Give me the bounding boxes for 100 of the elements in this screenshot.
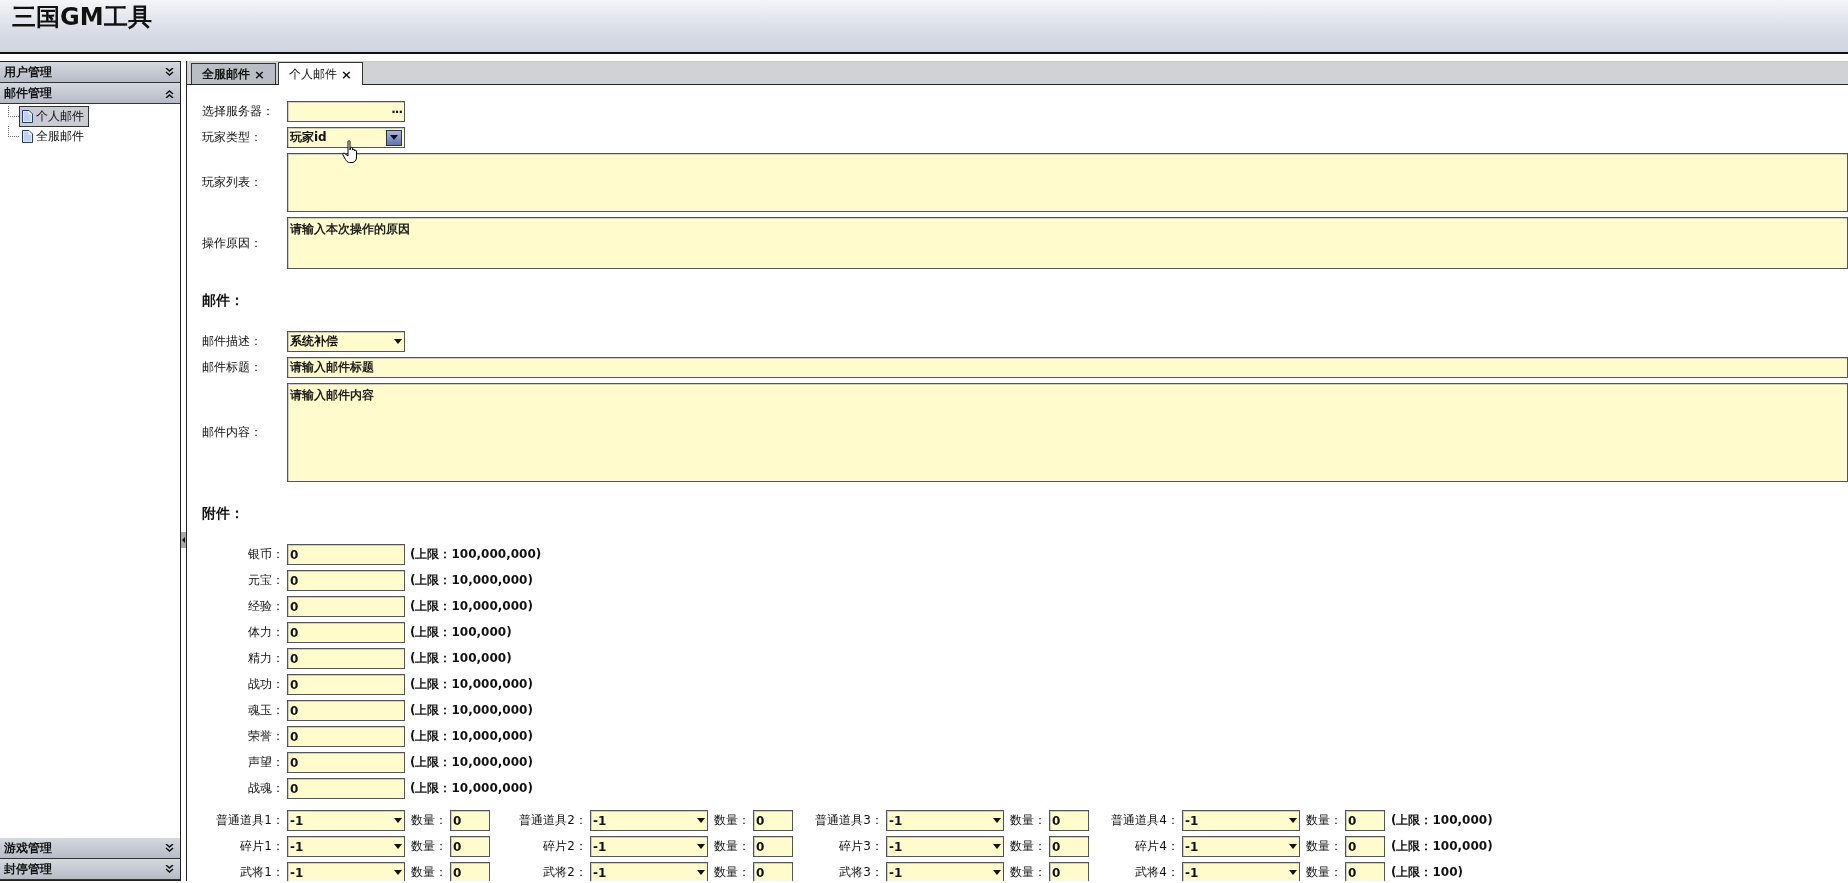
number-field[interactable]: 0 [287, 752, 405, 773]
caret-icon [993, 870, 1001, 875]
tab[interactable]: 个人邮件 × [277, 62, 363, 85]
field-label: 元宝： [247, 572, 285, 589]
text-field[interactable]: 请输入邮件标题 [287, 357, 1848, 378]
field-label: 银币： [247, 546, 285, 563]
dropdown[interactable]: -1 [886, 862, 1004, 881]
number-field[interactable]: 0 [287, 674, 405, 695]
number-field[interactable]: 0 [1345, 862, 1385, 881]
accordion-header[interactable]: 游戏管理 [0, 838, 180, 859]
close-button[interactable]: × [254, 66, 265, 82]
field-label: 武将4： [1134, 864, 1180, 881]
caret-icon [993, 818, 1001, 823]
field-label: 碎片4： [1134, 838, 1180, 855]
accordion-header[interactable]: 用户管理 [0, 62, 180, 83]
limit-note: (上限：10,000,000) [410, 676, 533, 693]
field-label: 普通道具4： [1110, 812, 1180, 829]
number-field[interactable]: 0 [287, 700, 405, 721]
dropdown[interactable]: -1 [590, 836, 708, 857]
field-label: 碎片2： [542, 838, 588, 855]
accordion-header[interactable]: 封停管理 [0, 859, 180, 880]
field-label: 声望： [247, 754, 285, 771]
number-field[interactable]: 0 [287, 570, 405, 591]
caret-icon [697, 844, 705, 849]
field-label: 数量： [713, 838, 751, 855]
dropdown[interactable]: -1 [1182, 862, 1300, 881]
text-area[interactable]: 请输入本次操作的原因 [287, 217, 1848, 269]
field-label: 操作原因： [202, 234, 263, 252]
tree-item[interactable]: 全服邮件 [19, 125, 89, 147]
field-label: 邮件内容： [202, 424, 263, 441]
dropdown[interactable]: -1 [1182, 810, 1300, 831]
field-label: 数量： [1009, 864, 1047, 881]
limit-note: (上限：10,000,000) [410, 572, 533, 589]
dropdown[interactable]: -1 [590, 862, 708, 881]
server-picker[interactable]: ··· [287, 101, 405, 122]
field-label: 普通道具3： [814, 812, 884, 829]
field-label: 数量： [713, 812, 751, 829]
limit-note: (上限：10,000,000) [410, 728, 533, 745]
dropdown[interactable]: -1 [886, 810, 1004, 831]
field-label: 碎片1： [239, 838, 285, 855]
dropdown[interactable]: -1 [287, 836, 405, 857]
section-heading: 邮件： [202, 292, 245, 310]
number-field[interactable]: 0 [1345, 810, 1385, 831]
caret-icon [697, 818, 705, 823]
field-label: 邮件标题： [202, 359, 263, 376]
field-label: 数量： [410, 838, 448, 855]
dropdown[interactable]: -1 [287, 810, 405, 831]
field-label: 经验： [247, 598, 285, 615]
field-label: 武将1： [239, 864, 285, 881]
text-area[interactable] [287, 153, 1848, 212]
section-heading: 附件： [202, 505, 245, 523]
dropdown[interactable]: 系统补偿 [287, 331, 405, 352]
field-label: 数量： [1305, 838, 1343, 855]
dropdown[interactable]: -1 [886, 836, 1004, 857]
tab[interactable]: 全服邮件 × [191, 63, 276, 84]
caret-icon [394, 870, 402, 875]
number-field[interactable]: 0 [1049, 836, 1089, 857]
field-label: 数量： [1009, 838, 1047, 855]
field-label: 邮件描述： [202, 333, 263, 350]
close-button[interactable]: × [340, 66, 352, 82]
number-field[interactable]: 0 [753, 862, 793, 881]
number-field[interactable]: 0 [450, 810, 490, 831]
splitter-handle[interactable] [181, 532, 186, 548]
caret-icon [1289, 818, 1297, 823]
text-area[interactable]: 请输入邮件内容 [287, 383, 1848, 482]
field-label: 选择服务器： [202, 103, 275, 120]
dropdown[interactable]: -1 [590, 810, 708, 831]
field-label: 数量： [713, 864, 751, 881]
dropdown[interactable]: -1 [287, 862, 405, 881]
field-label: 数量： [410, 812, 448, 829]
field-label: 荣誉： [247, 728, 285, 745]
limit-note: (上限：100,000) [410, 650, 512, 667]
expand-icon [165, 843, 174, 853]
field-label: 玩家类型： [202, 129, 263, 146]
dropdown[interactable]: -1 [1182, 836, 1300, 857]
caret-icon [394, 818, 402, 823]
dropdown[interactable]: 玩家id [287, 127, 405, 148]
field-label: 魂玉： [247, 702, 285, 719]
limit-note: (上限：100,000,000) [410, 546, 542, 563]
number-field[interactable]: 0 [753, 836, 793, 857]
field-label: 数量： [1305, 812, 1343, 829]
number-field[interactable]: 0 [450, 836, 490, 857]
number-field[interactable]: 0 [287, 778, 405, 799]
number-field[interactable]: 0 [287, 622, 405, 643]
field-label: 数量： [1305, 864, 1343, 881]
number-field[interactable]: 0 [450, 862, 490, 881]
number-field[interactable]: 0 [1345, 836, 1385, 857]
number-field[interactable]: 0 [753, 810, 793, 831]
field-label: 体力： [247, 624, 285, 641]
field-label: 武将2： [542, 864, 588, 881]
field-label: 普通道具1： [215, 812, 285, 829]
accordion-header[interactable]: 邮件管理 [0, 83, 180, 104]
number-field[interactable]: 0 [287, 544, 405, 565]
number-field[interactable]: 0 [1049, 862, 1089, 881]
limit-note: (上限：100,000) [1391, 838, 1493, 855]
number-field[interactable]: 0 [287, 726, 405, 747]
number-field[interactable]: 0 [287, 648, 405, 669]
number-field[interactable]: 0 [1049, 810, 1089, 831]
tree-item[interactable]: 个人邮件 [19, 105, 89, 127]
number-field[interactable]: 0 [287, 596, 405, 617]
